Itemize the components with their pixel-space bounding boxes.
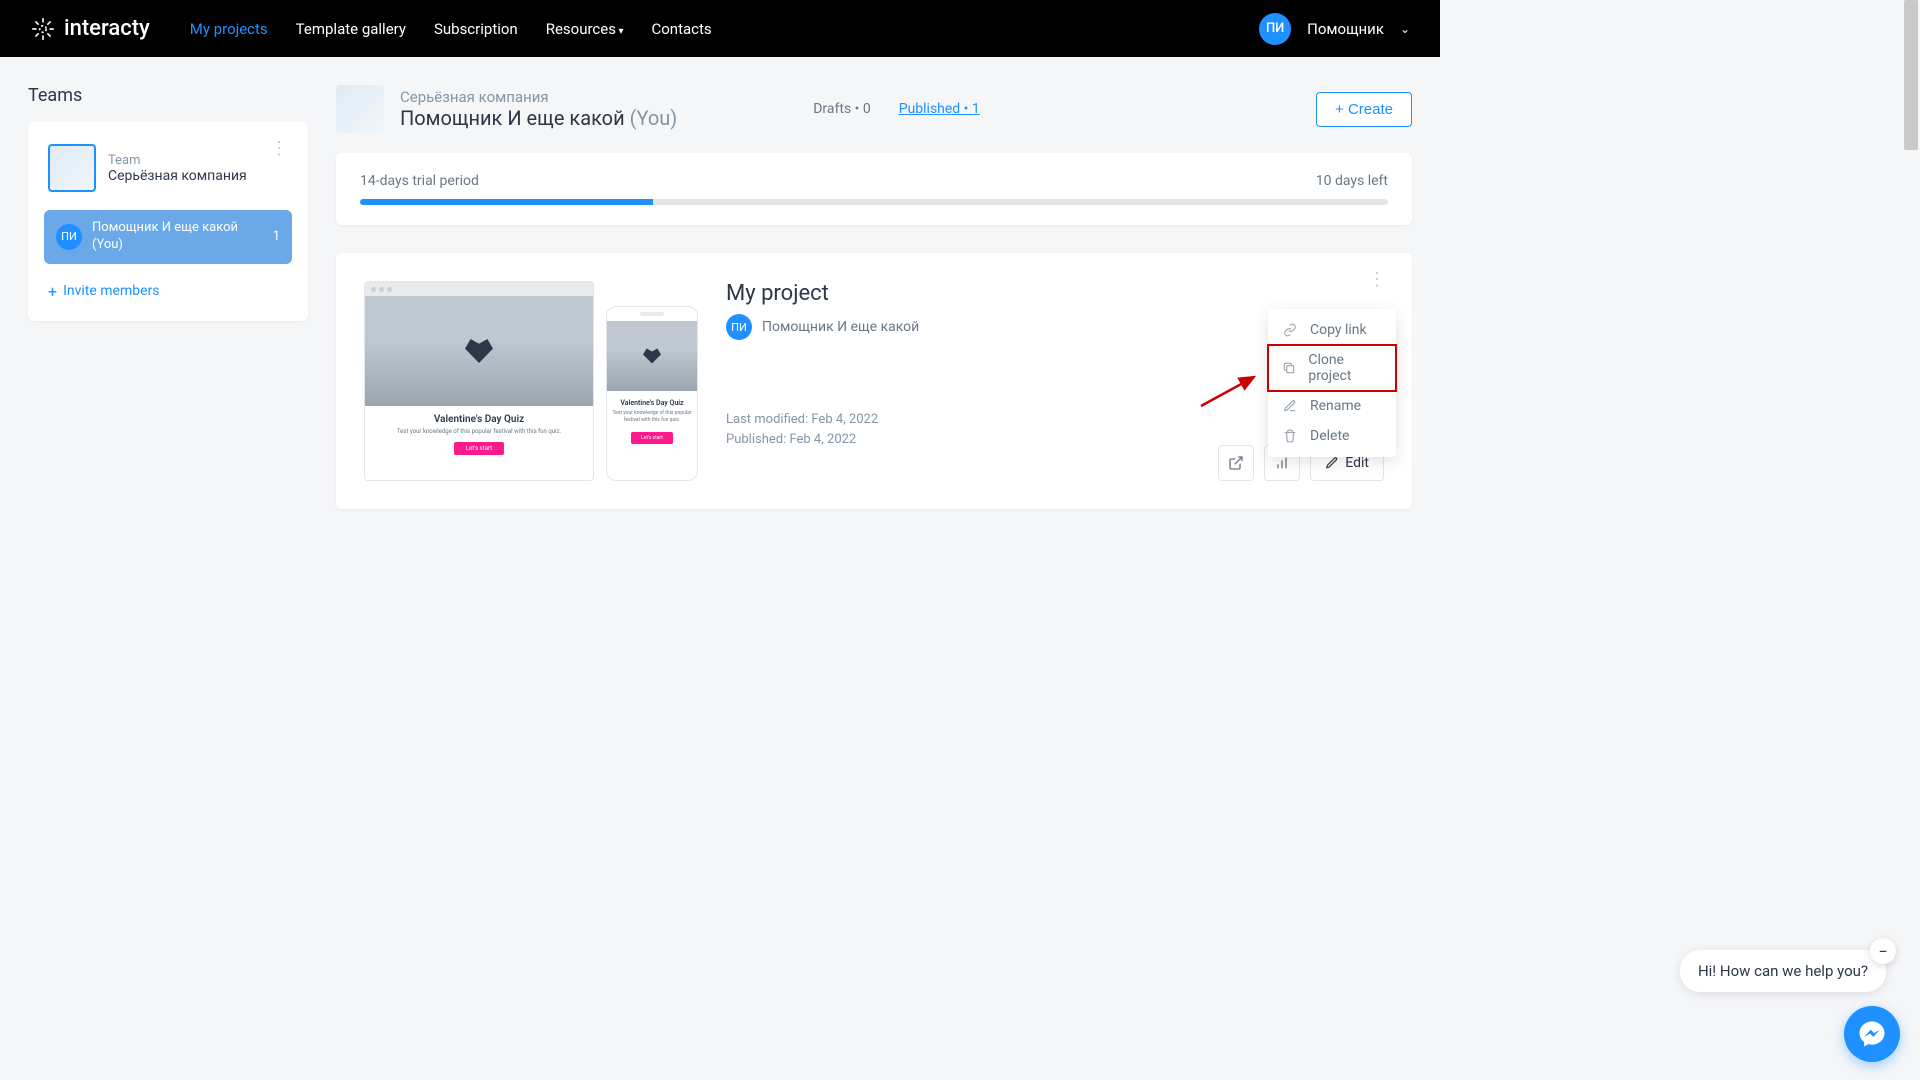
- team-text: Team Серьёзная компания: [108, 153, 247, 184]
- trial-label: 14-days trial period: [360, 173, 479, 189]
- mobile-title: Valentine's Day Quiz: [612, 399, 692, 407]
- trial-progress-bar: [360, 199, 1388, 205]
- preview-body: Valentine's Day Quiz Test your knowledge…: [365, 406, 593, 463]
- project-menu-icon[interactable]: ⋮: [1368, 277, 1386, 283]
- link-icon: [1282, 323, 1298, 337]
- chat-fab[interactable]: [1844, 1006, 1900, 1062]
- chat-bubble[interactable]: Hi! How can we help you?: [1680, 950, 1886, 992]
- project-card: Valentine's Day Quiz Test your knowledge…: [336, 253, 1412, 509]
- mobile-notch: [607, 307, 697, 321]
- sidebar-title: Teams: [28, 85, 308, 106]
- content-header: Серьёзная компания Помощник И еще какой …: [336, 85, 1412, 133]
- member-name: Помощник И еще какой (You): [92, 220, 263, 254]
- heart-icon: [643, 349, 661, 364]
- preview-title: Valentine's Day Quiz: [371, 414, 587, 425]
- mobile-subtitle: Test your knowledge of this popular fest…: [612, 410, 692, 424]
- team-label: Team: [108, 153, 247, 168]
- heart-icon: [465, 339, 493, 363]
- messenger-icon: [1857, 1019, 1887, 1049]
- trial-progress-fill: [360, 199, 653, 205]
- scrollbar[interactable]: [1904, 0, 1918, 150]
- header-right: ПИ Помощник ⌄: [1259, 13, 1410, 45]
- preview-start-button: Let's start: [454, 442, 504, 455]
- open-external-button[interactable]: [1218, 445, 1254, 481]
- drafts-count: Drafts • 0: [813, 101, 870, 117]
- preview-mobile: Valentine's Day Quiz Test your knowledge…: [606, 306, 698, 481]
- team-item[interactable]: Team Серьёзная компания ⋮: [44, 138, 292, 202]
- create-button[interactable]: + Create: [1316, 92, 1412, 127]
- logo[interactable]: interacty: [30, 16, 150, 42]
- external-link-icon: [1228, 455, 1244, 471]
- project-preview: Valentine's Day Quiz Test your knowledge…: [364, 281, 698, 481]
- nav-my-projects[interactable]: My projects: [190, 20, 268, 38]
- team-menu-icon[interactable]: ⋮: [270, 146, 288, 152]
- nav-subscription[interactable]: Subscription: [434, 20, 518, 38]
- invite-members[interactable]: + Invite members: [44, 278, 292, 305]
- teams-card: Team Серьёзная компания ⋮ ПИ Помощник И …: [28, 122, 308, 321]
- nav-template-gallery[interactable]: Template gallery: [296, 20, 406, 38]
- nav-contacts[interactable]: Contacts: [651, 20, 711, 38]
- header-thumbnail: [336, 85, 384, 133]
- stats: Drafts • 0 Published • 1: [813, 101, 980, 117]
- dropdown-delete[interactable]: Delete: [1268, 421, 1396, 451]
- member-avatar: ПИ: [56, 224, 82, 250]
- member-count: 1: [273, 229, 280, 244]
- user-avatar[interactable]: ПИ: [1259, 13, 1291, 45]
- clone-icon: [1282, 361, 1296, 375]
- dropdown-rename[interactable]: Rename: [1268, 391, 1396, 421]
- nav-resources[interactable]: Resources: [546, 20, 624, 38]
- team-name: Серьёзная компания: [108, 168, 247, 184]
- mobile-start-button: Let's start: [631, 432, 673, 444]
- member-item[interactable]: ПИ Помощник И еще какой (You) 1: [44, 210, 292, 264]
- trash-icon: [1282, 429, 1298, 443]
- plus-icon: +: [48, 282, 57, 301]
- nav: My projects Template gallery Subscriptio…: [190, 20, 712, 38]
- invite-label: Invite members: [63, 283, 159, 299]
- chat-close-button[interactable]: −: [1870, 938, 1896, 964]
- dropdown-clone-project[interactable]: Clone project: [1268, 345, 1396, 391]
- brand-name: interacty: [64, 16, 150, 41]
- mobile-image: [607, 321, 697, 391]
- preview-subtitle: Test your knowledge of this popular fest…: [371, 428, 587, 435]
- dropdown-copy-link-label: Copy link: [1310, 322, 1367, 338]
- trial-days-left: 10 days left: [1316, 173, 1388, 189]
- preview-desktop: Valentine's Day Quiz Test your knowledge…: [364, 281, 594, 481]
- chevron-down-icon[interactable]: ⌄: [1400, 22, 1410, 36]
- mobile-body: Valentine's Day Quiz Test your knowledge…: [607, 391, 697, 452]
- header: interacty My projects Template gallery S…: [0, 0, 1440, 57]
- chat-greeting: Hi! How can we help you?: [1698, 962, 1868, 980]
- pencil-icon: [1325, 456, 1339, 470]
- company-name: Серьёзная компания: [400, 88, 677, 106]
- person-you: (You): [630, 106, 678, 130]
- edit-label: Edit: [1345, 455, 1369, 471]
- trial-card: 14-days trial period 10 days left: [336, 153, 1412, 225]
- person-main: Помощник И еще какой: [400, 106, 625, 130]
- published-count[interactable]: Published • 1: [899, 101, 980, 117]
- bar-chart-icon: [1274, 455, 1290, 471]
- author-name: Помощник И еще какой: [762, 319, 919, 335]
- author-avatar: ПИ: [726, 314, 752, 340]
- browser-bar: [365, 282, 593, 296]
- dropdown-copy-link[interactable]: Copy link: [1268, 315, 1396, 345]
- user-name[interactable]: Помощник: [1307, 20, 1384, 38]
- trial-top: 14-days trial period 10 days left: [360, 173, 1388, 189]
- logo-icon: [30, 16, 56, 42]
- main: Teams Team Серьёзная компания ⋮ ПИ Помощ…: [0, 57, 1440, 537]
- dropdown-rename-label: Rename: [1310, 398, 1361, 414]
- preview-image: [365, 296, 593, 406]
- header-text: Серьёзная компания Помощник И еще какой …: [400, 88, 677, 130]
- project-dropdown: Copy link Clone project Rename: [1268, 309, 1396, 457]
- pencil-icon: [1282, 399, 1298, 413]
- sidebar: Teams Team Серьёзная компания ⋮ ПИ Помощ…: [28, 85, 308, 509]
- content: Серьёзная компания Помощник И еще какой …: [336, 85, 1412, 509]
- project-title: My project: [726, 281, 1384, 306]
- dropdown-delete-label: Delete: [1310, 428, 1349, 444]
- team-thumbnail: [48, 144, 96, 192]
- header-left: interacty My projects Template gallery S…: [30, 16, 712, 42]
- person-name: Помощник И еще какой (You): [400, 106, 677, 130]
- dropdown-clone-label: Clone project: [1308, 352, 1382, 384]
